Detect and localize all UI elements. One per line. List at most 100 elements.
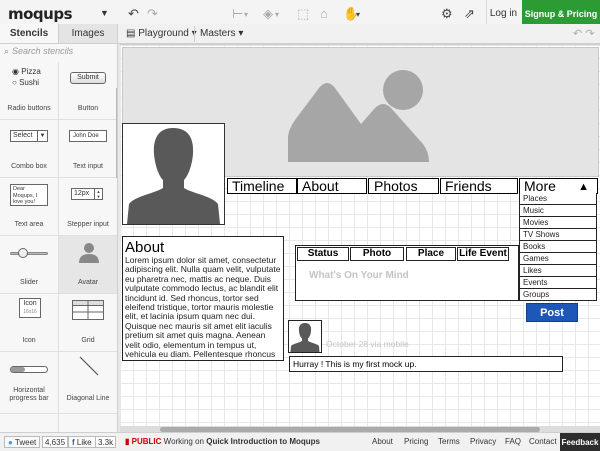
pages-icon: ▤ bbox=[126, 28, 139, 39]
post-author-avatar[interactable] bbox=[288, 320, 322, 353]
footer-link-faq[interactable]: FAQ bbox=[505, 437, 521, 446]
tab-life-event[interactable]: Life Event bbox=[457, 247, 509, 261]
stencil-button[interactable]: Submit Button bbox=[59, 62, 117, 120]
slider-track bbox=[10, 252, 48, 255]
align-dropdown-icon[interactable]: ▾ bbox=[244, 10, 248, 19]
nav-friends[interactable]: Friends bbox=[440, 178, 518, 194]
combo-preview-text: Select bbox=[13, 132, 33, 139]
secondary-toolbar: Stencils Images ▤ Playground ▾ Masters ▾… bbox=[0, 24, 600, 53]
project-status: ▮ PUBLIC Working on Quick Introduction t… bbox=[125, 437, 320, 446]
stencil-label: Diagonal Line bbox=[66, 395, 110, 402]
footer-link-pricing[interactable]: Pricing bbox=[404, 437, 428, 446]
align-icon[interactable]: ⊢ bbox=[232, 6, 243, 22]
stencil-grid-item[interactable]: Grid bbox=[59, 294, 117, 352]
group-icon[interactable]: ⬚ bbox=[297, 6, 309, 22]
tweet-button[interactable]: ● Tweet bbox=[4, 436, 41, 448]
masters-label: Masters bbox=[200, 28, 236, 39]
more-dropdown-list: Places Music Movies TV Shows Books Games… bbox=[519, 193, 597, 301]
stepper-arrows-icon: ▲ ▼ bbox=[94, 189, 102, 199]
text-area-preview: Dear Moqups, I love you! bbox=[10, 184, 48, 206]
stencil-text-input[interactable]: John Doe Text input bbox=[59, 120, 117, 178]
more-item-places[interactable]: Places bbox=[519, 193, 597, 205]
status-composer[interactable]: Status Photo Place Life Event What's On … bbox=[295, 245, 519, 301]
design-canvas[interactable]: Timeline About Photos Friends More ▲ Pla… bbox=[120, 44, 600, 432]
layers-icon[interactable]: ◈ bbox=[263, 6, 273, 22]
more-item-movies[interactable]: Movies bbox=[519, 217, 597, 229]
stencil-horizontal-progress-bar[interactable]: Horizontal progress bar bbox=[0, 352, 59, 414]
masters-selector[interactable]: Masters ▾ bbox=[200, 28, 243, 39]
tab-place[interactable]: Place bbox=[406, 247, 456, 261]
undo-icon[interactable]: ↶ bbox=[128, 6, 139, 22]
stencil-combo-box[interactable]: Select ▼ Combo box bbox=[0, 120, 59, 178]
about-panel[interactable]: About Lorem ipsum dolor sit amet, consec… bbox=[122, 236, 284, 361]
more-item-likes[interactable]: Likes bbox=[519, 265, 597, 277]
redo-icon[interactable]: ↷ bbox=[147, 6, 158, 22]
stencil-partial[interactable] bbox=[59, 414, 117, 432]
text-input-preview: John Doe bbox=[69, 130, 107, 142]
logo-menu-chevron-icon[interactable]: ▼ bbox=[100, 8, 109, 18]
stencil-radio-buttons[interactable]: ◉ Pizza ○ Sushi Radio buttons bbox=[0, 62, 59, 120]
nav-about[interactable]: About bbox=[297, 178, 367, 194]
button-preview: Submit bbox=[70, 72, 106, 84]
more-item-books[interactable]: Books bbox=[519, 241, 597, 253]
nav-timeline[interactable]: Timeline bbox=[227, 178, 297, 194]
stencil-partial[interactable] bbox=[0, 414, 59, 432]
more-item-events[interactable]: Events bbox=[519, 277, 597, 289]
stepper-preview-text: 12px bbox=[74, 190, 90, 197]
page-selector[interactable]: ▤ Playground ▾ bbox=[126, 28, 197, 39]
search-stencils-input[interactable]: ⌕ Search stencils bbox=[4, 46, 114, 60]
feedback-button[interactable]: Feedback bbox=[560, 433, 600, 451]
stencil-label-line1: Horizontal bbox=[13, 387, 45, 394]
post-date: October 28 via mobile bbox=[326, 339, 409, 349]
share-icon[interactable]: ⇗ bbox=[464, 6, 475, 22]
avatar-icon bbox=[79, 243, 99, 263]
profile-avatar[interactable] bbox=[122, 123, 225, 225]
sidebar-tabs: Stencils Images bbox=[0, 24, 118, 44]
stencil-icon[interactable]: Icon 16x16 Icon bbox=[0, 294, 59, 352]
tweet-count: 4,635 bbox=[42, 436, 69, 448]
more-item-tv-shows[interactable]: TV Shows bbox=[519, 229, 597, 241]
nav-photos[interactable]: Photos bbox=[368, 178, 439, 194]
tab-stencils[interactable]: Stencils bbox=[0, 24, 59, 44]
footer-link-terms[interactable]: Terms bbox=[438, 437, 460, 446]
like-button[interactable]: f Like bbox=[68, 436, 96, 448]
nav-more-label: More bbox=[524, 178, 556, 194]
sidebar-scrollbar[interactable] bbox=[116, 88, 117, 178]
footer-link-contact[interactable]: Contact bbox=[529, 437, 557, 446]
footer-link-about[interactable]: About bbox=[372, 437, 393, 446]
more-item-games[interactable]: Games bbox=[519, 253, 597, 265]
stencil-label: Grid bbox=[81, 337, 95, 344]
stencil-avatar[interactable]: Avatar bbox=[59, 236, 117, 294]
moqups-logo[interactable]: moqups bbox=[8, 5, 73, 23]
tab-images[interactable]: Images bbox=[59, 24, 118, 44]
status-placeholder: What's On Your Mind bbox=[309, 270, 409, 281]
more-item-groups[interactable]: Groups bbox=[519, 289, 597, 301]
like-label: Like bbox=[76, 438, 92, 447]
public-label: PUBLIC bbox=[131, 437, 162, 446]
stencil-stepper-input[interactable]: 12px ▲ ▼ Stepper input bbox=[59, 178, 117, 236]
icon-preview-text: Icon bbox=[23, 300, 37, 307]
hand-dropdown-icon[interactable]: ▾ bbox=[356, 10, 360, 19]
stencil-text-area[interactable]: Dear Moqups, I love you! Text area bbox=[0, 178, 59, 236]
stencil-label: Radio buttons bbox=[7, 105, 51, 112]
lock-icon[interactable]: ⌂ bbox=[320, 6, 328, 21]
layers-dropdown-icon[interactable]: ▾ bbox=[275, 10, 279, 19]
tab-status[interactable]: Status bbox=[297, 247, 349, 261]
radio-label-pizza: Pizza bbox=[21, 67, 41, 76]
stencil-diagonal-line[interactable]: Diagonal Line bbox=[59, 352, 117, 414]
gear-icon[interactable]: ⚙ bbox=[441, 6, 453, 22]
slider-knob bbox=[18, 248, 28, 258]
footer-link-privacy[interactable]: Privacy bbox=[470, 437, 496, 446]
combo-preview: Select ▼ bbox=[10, 130, 48, 142]
tab-photo[interactable]: Photo bbox=[350, 247, 404, 261]
post-button[interactable]: Post bbox=[526, 303, 578, 322]
image-placeholder-icon bbox=[288, 70, 429, 162]
combo-chevron-icon: ▼ bbox=[37, 131, 47, 141]
radio-label-sushi: Sushi bbox=[19, 78, 40, 87]
about-text: Lorem ipsum dolor sit amet, consectetur … bbox=[125, 255, 281, 360]
project-name[interactable]: Quick Introduction to Moqups bbox=[206, 437, 320, 446]
post-text[interactable]: Hurray ! This is my first mock up. bbox=[289, 356, 563, 372]
stencil-slider[interactable]: Slider bbox=[0, 236, 59, 294]
more-item-music[interactable]: Music bbox=[519, 205, 597, 217]
nav-more[interactable]: More ▲ bbox=[519, 178, 598, 194]
